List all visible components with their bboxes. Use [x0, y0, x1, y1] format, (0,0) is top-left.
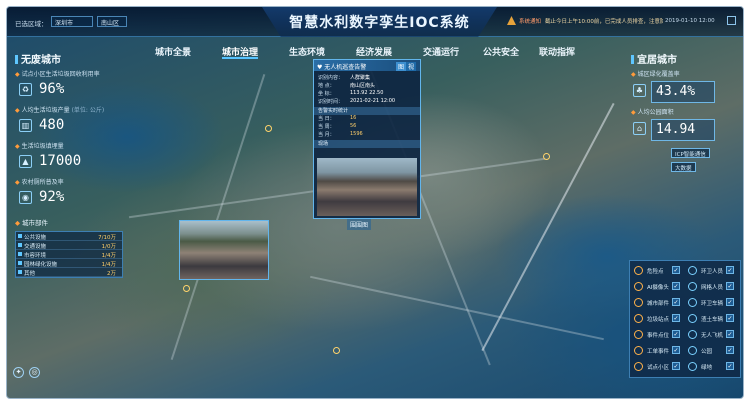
camera-icon	[634, 282, 643, 291]
map-marker-icon[interactable]	[183, 285, 190, 292]
metric-label-park: ◆ 人均公园面积	[631, 109, 674, 116]
popup-row: 坐 标： 113.92 22.50	[318, 90, 384, 97]
metric-label-trash: ◆ 人均生活垃圾产量 (单位: 公斤)	[15, 107, 105, 114]
map-marker-icon[interactable]	[265, 125, 272, 132]
recycle-icon: ♻	[19, 83, 32, 96]
popup-row: 识别时间： 2021-02-21 12:00	[318, 98, 396, 105]
table-row[interactable]: 其他 2万	[16, 268, 122, 277]
work-order-icon	[634, 346, 643, 355]
bigdata-button[interactable]: 大数据	[671, 162, 696, 172]
metric-value-park: 14.94	[651, 119, 715, 141]
crowd-photo-map[interactable]	[179, 220, 269, 280]
map-coast-road	[481, 102, 615, 352]
metric-value-recycle: 96%	[39, 81, 65, 97]
nav-tab-0[interactable]: 城市全景	[155, 45, 191, 59]
locate-icon[interactable]: ◎	[29, 367, 40, 378]
landfill-icon: ▲	[19, 155, 32, 168]
compass-icon[interactable]: ✦	[13, 367, 24, 378]
popup-section-stats: 告警实时统计	[314, 107, 420, 115]
pilot-community-icon	[634, 362, 643, 371]
sanitation-vehicle-icon	[688, 298, 697, 307]
table-row[interactable]: 交通设施 1/0万	[16, 241, 122, 250]
map-legend: 危险点 ✓ 环卫人员 ✓ AI摄像头 ✓ 网格人员 ✓ 城市部件 ✓ 环卫车辆 ✓ 垃圾站点…	[629, 260, 741, 378]
map-road	[170, 74, 266, 360]
icp-button[interactable]: ICP智能通信	[671, 148, 710, 158]
popup-row: 当 周： 56	[318, 123, 357, 130]
location-label: 已选区域：	[15, 20, 48, 28]
popup-video-tab[interactable]: 视	[405, 62, 416, 71]
crowd-photo[interactable]	[317, 158, 417, 216]
nav-tab-5[interactable]: 公共安全	[483, 45, 519, 59]
metric-value-greening: 43.4%	[651, 81, 715, 103]
table-row[interactable]: 园林绿化设施 1/4万	[16, 259, 122, 268]
metric-label-toilet: ◆ 农村厕所普及率	[15, 179, 64, 186]
tree-icon: ♣	[633, 84, 646, 97]
popup-header: ♥ 无人机巡查告警 图 视	[314, 60, 420, 71]
map-marker-icon[interactable]	[543, 153, 550, 160]
drone-legend-icon	[688, 330, 697, 339]
table-row[interactable]: 市容环境 1/4万	[16, 250, 122, 259]
nav-tab-1[interactable]: 城市治理	[222, 45, 259, 59]
park-icon: ⌂	[633, 122, 646, 135]
popup-row: 识别内容： 人群聚集	[318, 75, 371, 81]
toilet-icon: ◉	[19, 191, 32, 204]
left-panel-title: 无废城市	[15, 51, 61, 66]
nav-tab-2[interactable]: 生态环境	[289, 45, 325, 59]
district-select[interactable]: 南山区	[97, 16, 127, 27]
trash-station-icon	[634, 314, 643, 323]
city-part-icon	[634, 298, 643, 307]
city-select[interactable]: 深圳市	[51, 16, 93, 27]
metric-label-recycle: ◆ 试点小区生活垃圾回收利用率	[15, 71, 100, 78]
popup-section-scene: 现场	[314, 140, 420, 148]
metric-value-toilet: 92%	[39, 189, 65, 205]
popup-row: 地 点： 南山区南头	[318, 83, 376, 89]
table-row[interactable]: 公共设施 7/10万	[16, 232, 122, 241]
muck-truck-icon	[688, 314, 697, 323]
popup-row: 当 日： 16	[318, 115, 357, 122]
sanitation-worker-icon	[688, 266, 697, 275]
right-panel-title: 宜居城市	[631, 51, 677, 66]
drone-alert-popup: ♥ 无人机巡查告警 图 视 识别内容： 人群聚集 地 点： 南山区南头 坐 标： 11…	[313, 59, 421, 219]
fullscreen-icon[interactable]	[727, 16, 736, 25]
metric-label-landfill: ◆ 生活垃圾填埋量	[15, 143, 64, 150]
popup-image-tab[interactable]: 图	[395, 62, 406, 71]
page-title: 智慧水利数字孪生IOC系统	[289, 15, 470, 31]
park-legend-icon	[688, 346, 697, 355]
map-tag[interactable]: 围围图	[347, 219, 372, 230]
datetime: 2019-01-10 12:00	[665, 18, 715, 24]
metric-label-greening: ◆ 城区绿化覆盖率	[631, 71, 680, 78]
hazard-icon	[634, 266, 643, 275]
trash-icon: ▥	[19, 119, 32, 132]
nav-tab-4[interactable]: 交通运行	[423, 45, 459, 59]
map-marker-icon[interactable]	[333, 347, 340, 354]
alert-label[interactable]: 系统通知	[519, 17, 541, 25]
components-table: 公共设施 7/10万 交通设施 1/0万 市容环境 1/4万 园林绿化设施 1/4万 其…	[15, 231, 123, 278]
alert-text: 截止今日上午10:00前，已完成人员排查，注意防范	[545, 19, 663, 25]
grid-worker-icon	[688, 282, 697, 291]
dashboard-frame: 智慧水利数字孪生IOC系统 已选区域： 深圳市 南山区 系统通知 截止今日上午1…	[6, 6, 744, 399]
event-point-icon	[634, 330, 643, 339]
nav-tab-6[interactable]: 联动指挥	[539, 45, 575, 59]
popup-row: 当 月： 1596	[318, 131, 363, 138]
metric-value-trash: 480	[39, 117, 65, 133]
components-title: ◆ 城市部件	[15, 219, 48, 227]
nav-tab-3[interactable]: 经济发展	[356, 45, 392, 59]
metric-value-landfill: 17000	[39, 153, 82, 169]
green-space-icon	[688, 362, 697, 371]
